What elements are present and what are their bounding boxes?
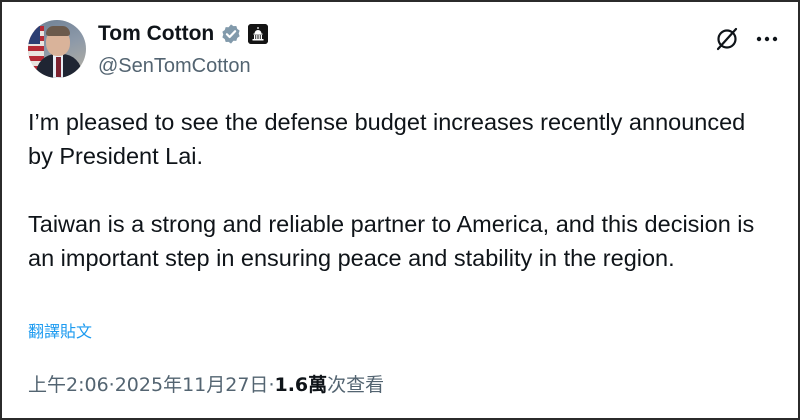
capitol-building-icon[interactable] <box>248 24 269 44</box>
verified-badge-icon[interactable] <box>220 23 242 45</box>
tweet-paragraph-1: I’m pleased to see the defense budget in… <box>28 109 746 169</box>
tweet-text: I’m pleased to see the defense budget in… <box>28 105 773 275</box>
views-count[interactable]: 1.6萬 <box>274 370 327 397</box>
tweet-paragraph-2: Taiwan is a strong and reliable partner … <box>28 211 755 271</box>
grok-icon[interactable] <box>714 26 740 52</box>
tweet-time[interactable]: 上午2:06 <box>28 370 109 397</box>
avatar[interactable] <box>28 20 86 78</box>
tweet-card: Tom Cotton @SenTomCotton I’m pleased to … <box>0 0 800 420</box>
author-name[interactable]: Tom Cotton <box>98 22 214 46</box>
tweet-date[interactable]: 2025年11月27日 <box>115 370 269 397</box>
translate-post-link[interactable]: 翻譯貼文 <box>28 318 92 342</box>
more-horizontal-icon[interactable] <box>754 28 780 50</box>
author-handle[interactable]: @SenTomCotton <box>98 55 251 78</box>
tweet-meta: 上午2:06 · 2025年11月27日 · 1.6萬 次查看 <box>28 370 384 397</box>
author-name-row: Tom Cotton <box>98 22 269 46</box>
views-label: 次查看 <box>327 374 385 396</box>
